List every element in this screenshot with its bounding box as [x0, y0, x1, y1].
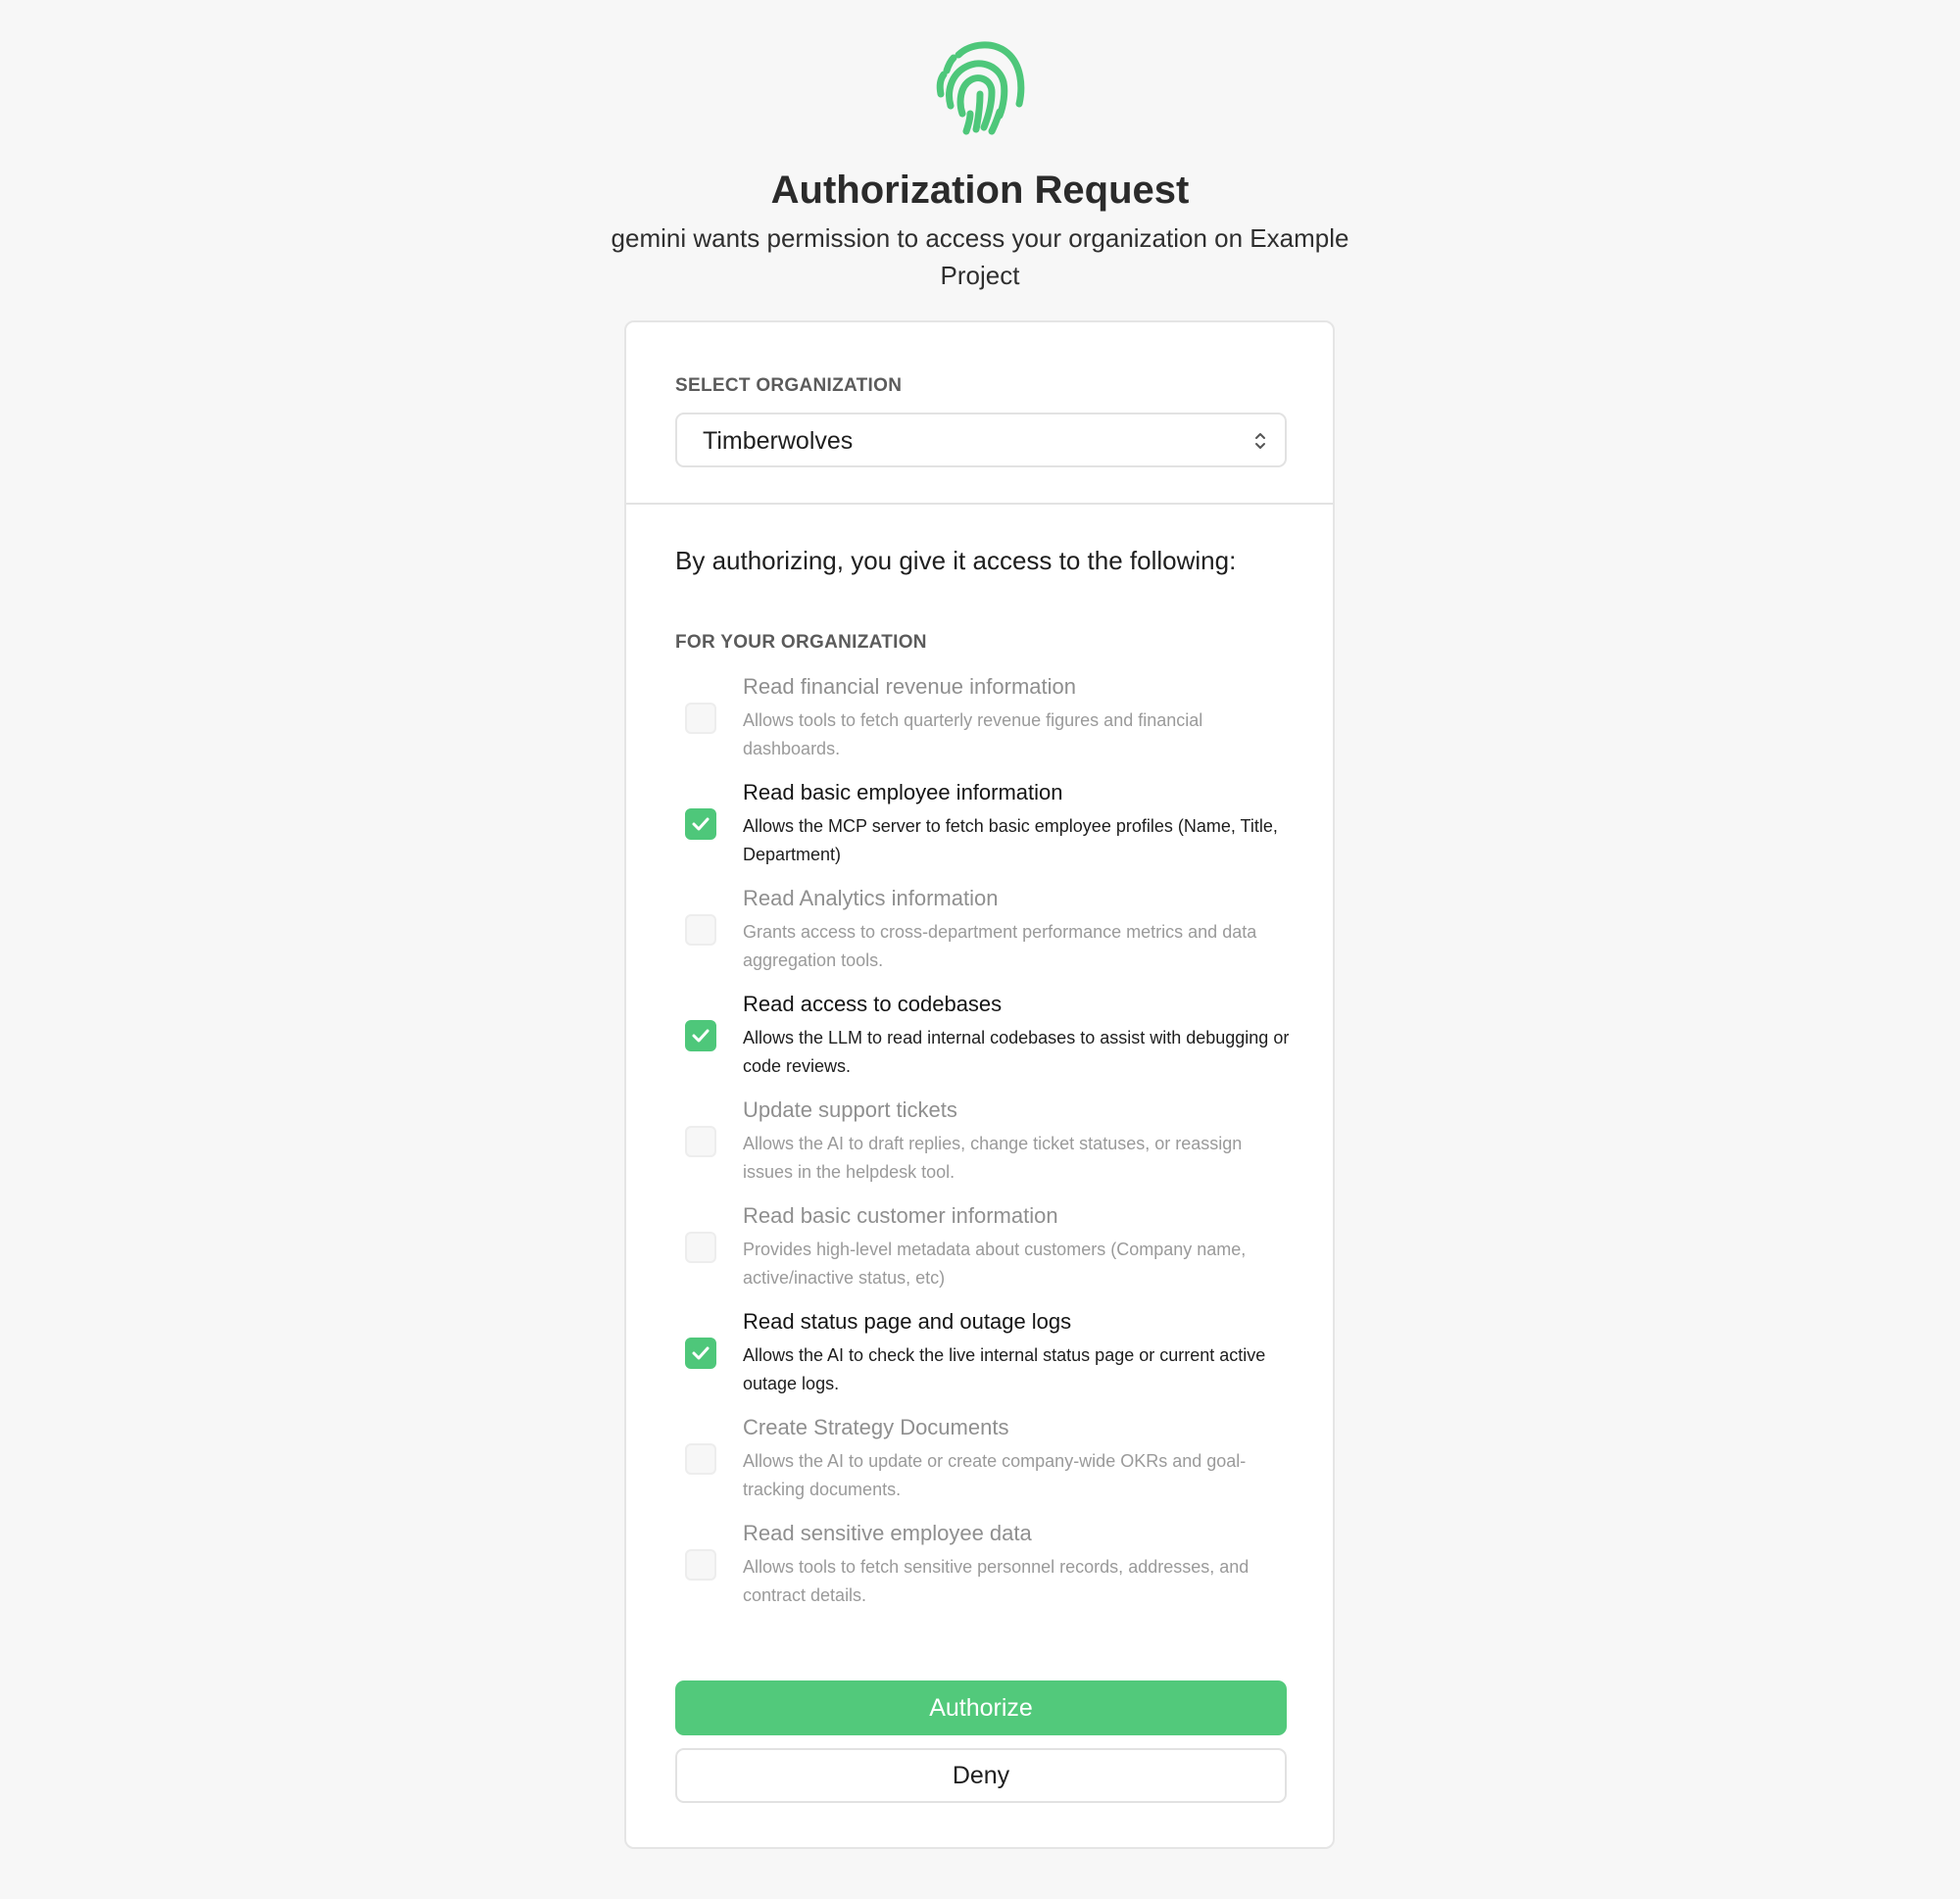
permission-item: Read access to codebases Allows the LLM t…	[675, 989, 1289, 1095]
deny-button[interactable]: Deny	[675, 1748, 1287, 1803]
page-subtitle: gemini wants permission to access your o…	[611, 223, 1349, 290]
permission-title: Create Strategy Documents	[743, 1415, 1009, 1439]
permission-item: Create Strategy Documents Allows the AI t…	[675, 1412, 1287, 1518]
permission-item: Read basic customer information Provides …	[675, 1200, 1287, 1306]
permission-item: Update support tickets Allows the AI to d…	[675, 1095, 1287, 1200]
divider	[626, 503, 1333, 505]
permission-list: Read financial revenue information Allows…	[675, 671, 1289, 1624]
organization-select[interactable]: Timberwolves	[675, 413, 1287, 467]
permission-checkbox[interactable]	[685, 1126, 716, 1157]
checkmark-icon	[692, 1029, 710, 1043]
permission-item: Read sensitive employee data Allows tools…	[675, 1518, 1287, 1624]
permission-title: Read sensitive employee data	[743, 1521, 1032, 1545]
permission-item: Read status page and outage logs Allows t…	[675, 1306, 1287, 1412]
permission-item: Read financial revenue information Allows…	[675, 671, 1287, 777]
permission-checkbox[interactable]	[685, 1232, 716, 1263]
permission-description: Allows the LLM to read internal codebase…	[743, 1028, 1290, 1076]
permission-checkbox[interactable]	[685, 1549, 716, 1581]
permission-title: Read Analytics information	[743, 886, 999, 910]
permission-checkbox[interactable]	[685, 1338, 716, 1369]
permission-description: Allows the MCP server to fetch basic emp…	[743, 816, 1278, 864]
organization-select-value: Timberwolves	[703, 427, 854, 455]
permission-description: Allows the AI to draft replies, change t…	[743, 1134, 1243, 1182]
permission-description: Grants access to cross-department perfor…	[743, 922, 1257, 970]
authorize-button[interactable]: Authorize	[675, 1680, 1287, 1735]
select-organization-label: SELECT ORGANIZATION	[675, 375, 903, 396]
permission-checkbox[interactable]	[685, 1443, 716, 1475]
permission-description: Allows tools to fetch quarterly revenue …	[743, 710, 1203, 758]
section-label-organization: FOR YOUR ORGANIZATION	[675, 632, 927, 653]
permission-title: Update support tickets	[743, 1097, 957, 1122]
permission-title: Read status page and outage logs	[743, 1309, 1072, 1334]
chevron-up-down-icon	[1255, 433, 1265, 449]
permission-title: Read financial revenue information	[743, 674, 1076, 699]
checkmark-icon	[692, 1346, 710, 1360]
permission-checkbox[interactable]	[685, 808, 716, 840]
authorization-card: SELECT ORGANIZATION Timberwolves By auth…	[624, 320, 1335, 1849]
permission-title: Read access to codebases	[743, 992, 1003, 1016]
permission-checkbox[interactable]	[685, 914, 716, 946]
checkmark-icon	[692, 817, 710, 831]
fingerprint-icon	[936, 41, 1025, 135]
permission-description: Provides high-level metadata about custo…	[743, 1240, 1247, 1288]
access-intro-text: By authorizing, you give it access to th…	[675, 546, 1237, 575]
permission-description: Allows the AI to update or create compan…	[743, 1451, 1247, 1499]
permission-item: Read Analytics information Grants access …	[675, 883, 1287, 989]
permission-checkbox[interactable]	[685, 703, 716, 734]
page-title: Authorization Request	[770, 169, 1190, 212]
permission-description: Allows the AI to check the live internal…	[743, 1345, 1266, 1393]
permission-title: Read basic customer information	[743, 1203, 1058, 1228]
permission-title: Read basic employee information	[743, 780, 1063, 804]
permission-checkbox[interactable]	[685, 1020, 716, 1051]
permission-description: Allows tools to fetch sensitive personne…	[743, 1557, 1250, 1605]
permission-item: Read basic employee information Allows th…	[675, 777, 1287, 883]
